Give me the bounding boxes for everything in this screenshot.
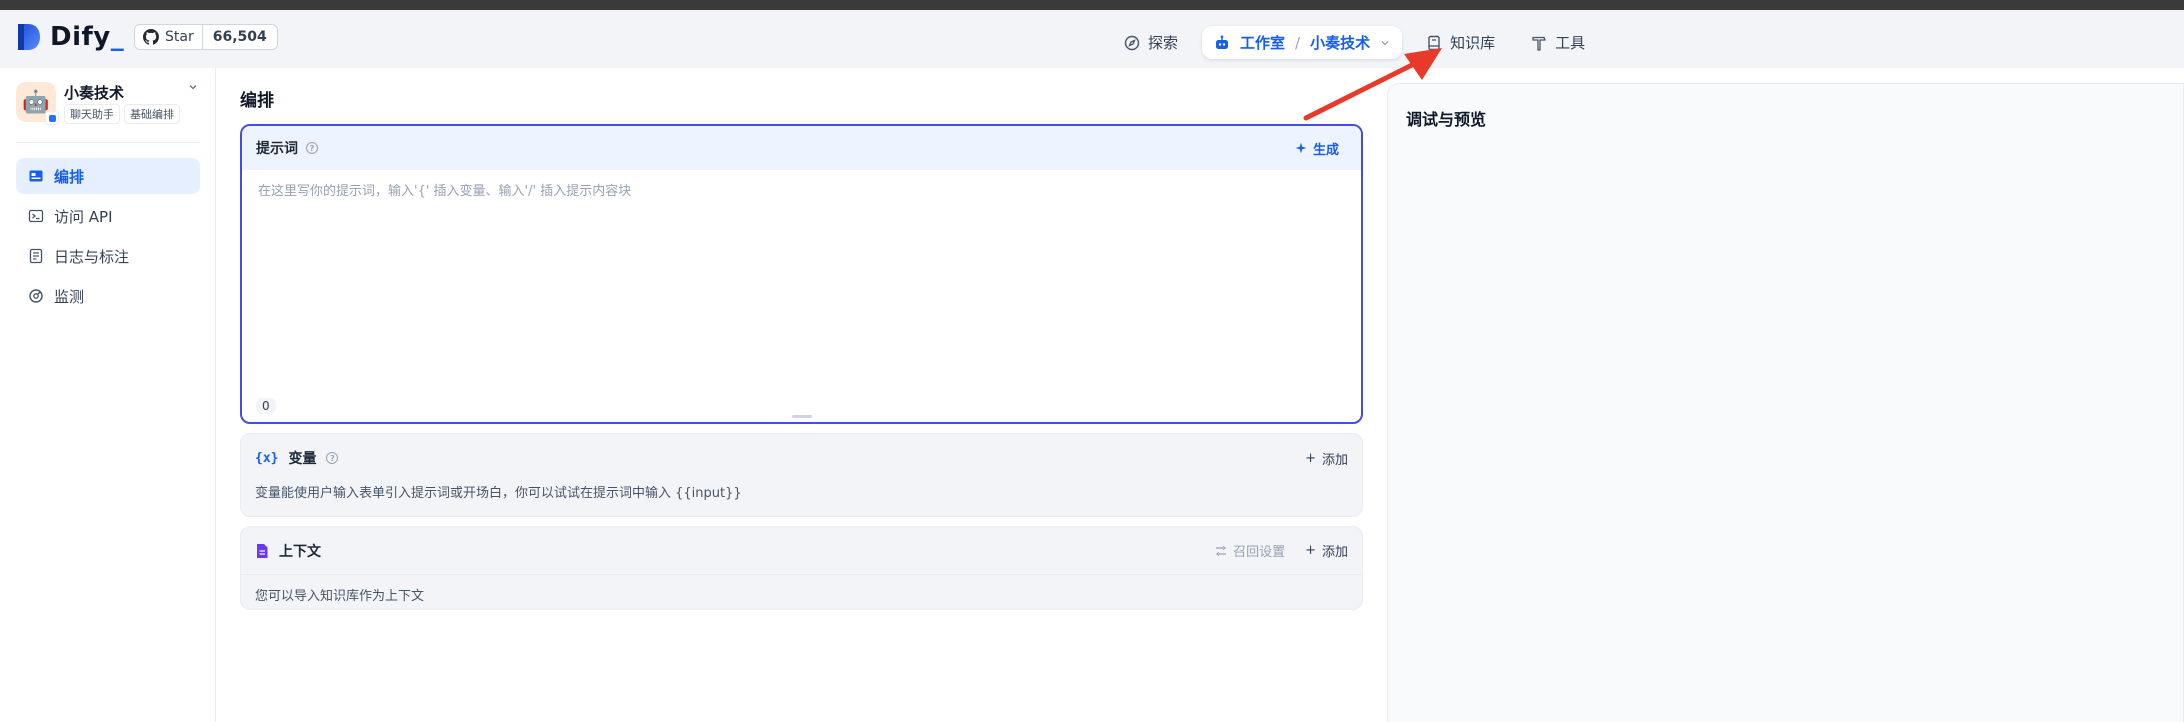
nav-explore[interactable]: 探索: [1112, 26, 1190, 59]
sidebar-item-label: 监测: [54, 287, 85, 306]
context-description: 您可以导入知识库作为上下文: [255, 589, 425, 604]
layout-icon: [29, 170, 43, 182]
app-tag-mode: 基础编排: [124, 104, 180, 124]
recall-settings-label: 召回设置: [1233, 545, 1286, 560]
sidebar-item-orchestrate[interactable]: 编排: [16, 158, 200, 194]
add-context-label: 添加: [1321, 545, 1348, 560]
file-icon: [257, 543, 268, 558]
robot-icon: [1216, 35, 1229, 49]
github-star-button[interactable]: Star 66,504: [134, 24, 278, 50]
char-count: 0: [256, 398, 276, 414]
annotation-arrow-icon: [1303, 48, 1442, 121]
nav-studio-label: 工作室: [1240, 34, 1286, 52]
nav-tools[interactable]: 工具: [1519, 26, 1597, 59]
prompt-header: 提示词 ? 生成: [242, 126, 1361, 170]
github-star-label: Star: [165, 29, 194, 45]
page-title: 编排: [240, 91, 274, 111]
github-icon: [143, 29, 159, 45]
sparkle-icon: [1295, 142, 1307, 154]
main-content: 编排 提示词 ? 生成 在这里写你的提示词，输入'{' 插入变量、输入'/' 插…: [216, 68, 2184, 722]
hammer-icon: [1532, 36, 1546, 51]
variables-card: {x} 变量 ? + 添加 变量能使用户输入表单引入提示词或开场白，你可以试试在…: [240, 433, 1363, 517]
nav-tools-label: 工具: [1555, 34, 1586, 52]
add-variable-button[interactable]: + 添加: [1305, 449, 1348, 468]
compass-icon: [1124, 35, 1140, 50]
sidebar-item-label: 编排: [54, 167, 85, 186]
plus-icon: +: [1305, 450, 1316, 466]
dify-logo-text: Dify_: [50, 22, 125, 52]
variable-icon: {x}: [255, 450, 279, 466]
gauge-icon: [29, 289, 43, 303]
generate-button[interactable]: 生成: [1287, 135, 1347, 162]
nav-explore-label: 探索: [1148, 34, 1179, 52]
app-sidebar: 🤖 小奏技术 聊天助手 基础编排 编排 访问 API 日志与标注 监测: [0, 68, 216, 722]
dify-logo[interactable]: Dify_: [16, 22, 124, 52]
sidebar-divider: [16, 142, 200, 143]
window-top-strip: [0, 0, 2184, 10]
generate-label: 生成: [1312, 142, 1339, 158]
debug-preview-panel: 调试与预览: [1387, 83, 2184, 722]
prompt-editor[interactable]: 提示词 ? 生成 在这里写你的提示词，输入'{' 插入变量、输入'/' 插入提示…: [240, 124, 1363, 424]
app-name: 小奏技术: [64, 84, 125, 102]
sidebar-item-label: 日志与标注: [54, 247, 130, 266]
variables-label: 变量: [288, 451, 317, 467]
help-icon[interactable]: ?: [306, 142, 318, 154]
help-icon[interactable]: ?: [326, 452, 339, 464]
add-context-button[interactable]: + 添加: [1305, 541, 1348, 560]
variables-description: 变量能使用户输入表单引入提示词或开场白，你可以试试在提示词中输入 {{input…: [255, 486, 742, 501]
settings-sliders-icon: [1216, 545, 1227, 556]
plus-icon: +: [1305, 543, 1316, 558]
github-star-count: 66,504: [212, 29, 267, 45]
add-variable-label: 添加: [1321, 452, 1348, 468]
prompt-input-placeholder[interactable]: 在这里写你的提示词，输入'{' 插入变量、输入'/' 插入提示内容块: [258, 180, 631, 199]
robot-emoji-icon: 🤖: [22, 89, 50, 115]
app-tags: 聊天助手 基础编排: [64, 104, 180, 124]
sidebar-item-api[interactable]: 访问 API: [16, 198, 200, 234]
app-selector[interactable]: 🤖 小奏技术 聊天助手 基础编排: [16, 80, 200, 132]
sidebar-item-monitor[interactable]: 监测: [16, 278, 200, 314]
chevron-down-icon[interactable]: [188, 82, 198, 92]
resize-handle[interactable]: [792, 415, 812, 418]
chat-badge-icon: [45, 111, 59, 125]
top-header: Dify_ Star 66,504 探索 工作室 / 小奏技术 知识库 工具: [0, 10, 2184, 68]
sidebar-item-label: 访问 API: [54, 207, 113, 226]
app-tag-type: 聊天助手: [64, 104, 120, 124]
dify-logo-mark-icon: [18, 24, 40, 50]
sidebar-item-logs[interactable]: 日志与标注: [16, 238, 200, 274]
context-label: 上下文: [279, 543, 321, 560]
context-card: 上下文 召回设置 + 添加 您可以导入知识库作为上下文: [240, 526, 1363, 610]
recall-settings-button[interactable]: 召回设置: [1215, 541, 1285, 560]
sidebar-menu: 编排 访问 API 日志与标注 监测: [16, 158, 200, 318]
prompt-label: 提示词: [256, 141, 298, 157]
terminal-icon: [28, 209, 44, 223]
document-icon: [29, 248, 43, 264]
app-avatar: 🤖: [16, 82, 59, 125]
